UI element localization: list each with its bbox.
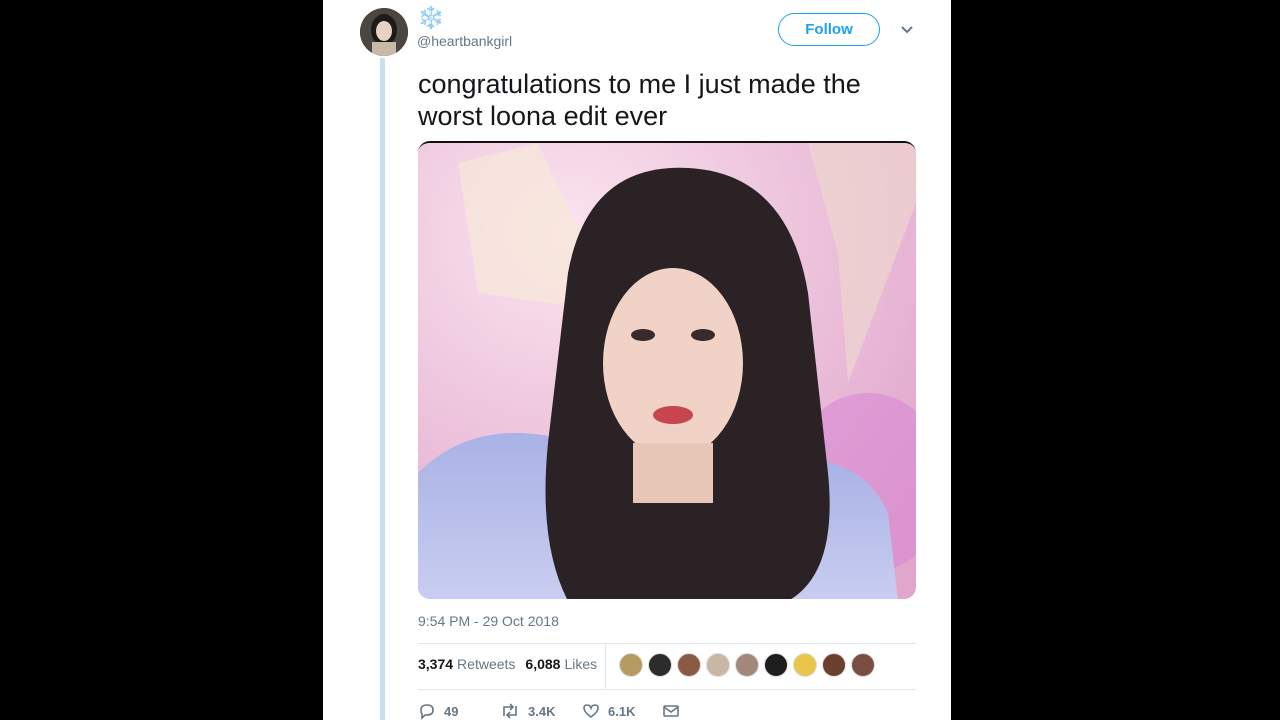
liker-avatar[interactable] [677,653,701,677]
tweet-timestamp[interactable]: 9:54 PM - 29 Oct 2018 [418,613,559,629]
like-count: 6.1K [608,703,636,719]
liker-avatar[interactable] [648,653,672,677]
retweet-count: 3.4K [528,703,556,719]
envelope-icon [663,705,679,717]
reply-count: 49 [444,703,459,719]
likes-count: 6,088 [525,656,561,672]
display-name[interactable]: ❄️ [417,6,444,30]
follow-button[interactable]: Follow [778,13,880,46]
liker-avatar[interactable] [822,653,846,677]
liker-avatar[interactable] [619,653,643,677]
like-button[interactable]: 6.1K [582,702,662,720]
liker-avatars [619,653,880,677]
divider [418,643,916,644]
tweet-text: congratulations to me I just made the wo… [418,69,861,131]
tweet-actions: 49 3.4K 6.1K [418,702,688,720]
retweets-label: Retweets [457,656,516,672]
liker-avatar[interactable] [793,653,817,677]
tweet-media-image[interactable] [418,141,916,599]
tweet-stats: 3,374 Retweets 6,088 Likes [418,656,597,672]
avatar[interactable] [360,8,408,56]
heart-icon [583,704,599,718]
direct-message-button[interactable] [662,703,688,719]
liker-avatar[interactable] [706,653,730,677]
user-handle[interactable]: @heartbankgirl [417,33,512,49]
stats-separator [605,644,606,690]
retweets-stat[interactable]: 3,374 Retweets [418,656,515,672]
divider [418,689,916,690]
reply-button[interactable]: 49 [418,702,500,720]
thread-line [380,58,385,720]
chevron-down-icon[interactable] [899,22,915,38]
retweet-button[interactable]: 3.4K [500,702,582,720]
liker-avatar[interactable] [851,653,875,677]
retweet-icon [503,703,517,719]
likes-label: Likes [564,656,598,672]
likes-stat[interactable]: 6,088 Likes [525,656,597,672]
retweets-count: 3,374 [418,656,454,672]
liker-avatar[interactable] [764,653,788,677]
tweet-card: ❄️ @heartbankgirl Follow congratulations… [323,0,951,720]
reply-icon [420,704,434,720]
liker-avatar[interactable] [735,653,759,677]
